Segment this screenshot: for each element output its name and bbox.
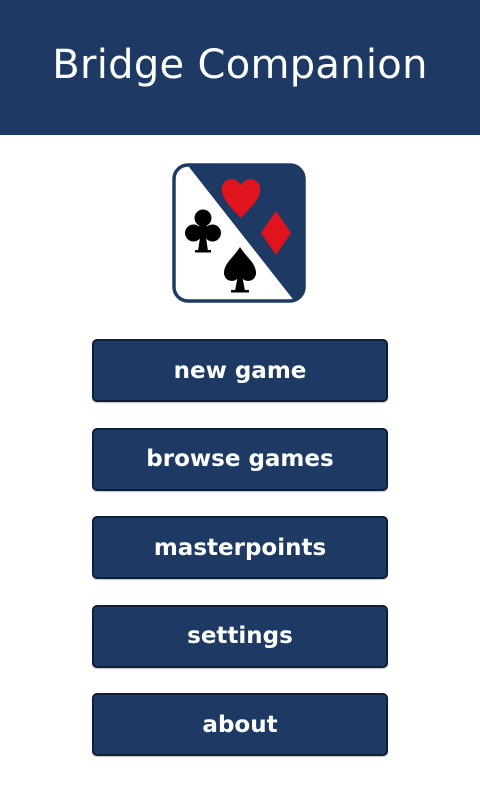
about-button[interactable]: about [92,693,388,756]
app-title: Bridge Companion [52,41,428,88]
main-menu: new game browse games masterpoints setti… [92,339,388,782]
new-game-button[interactable]: new game [92,339,388,402]
app-header: Bridge Companion [0,0,480,135]
card-suits-logo-icon [172,163,306,303]
browse-games-button[interactable]: browse games [92,427,388,491]
settings-button[interactable]: settings [92,604,388,668]
masterpoints-button[interactable]: masterpoints [92,516,388,579]
